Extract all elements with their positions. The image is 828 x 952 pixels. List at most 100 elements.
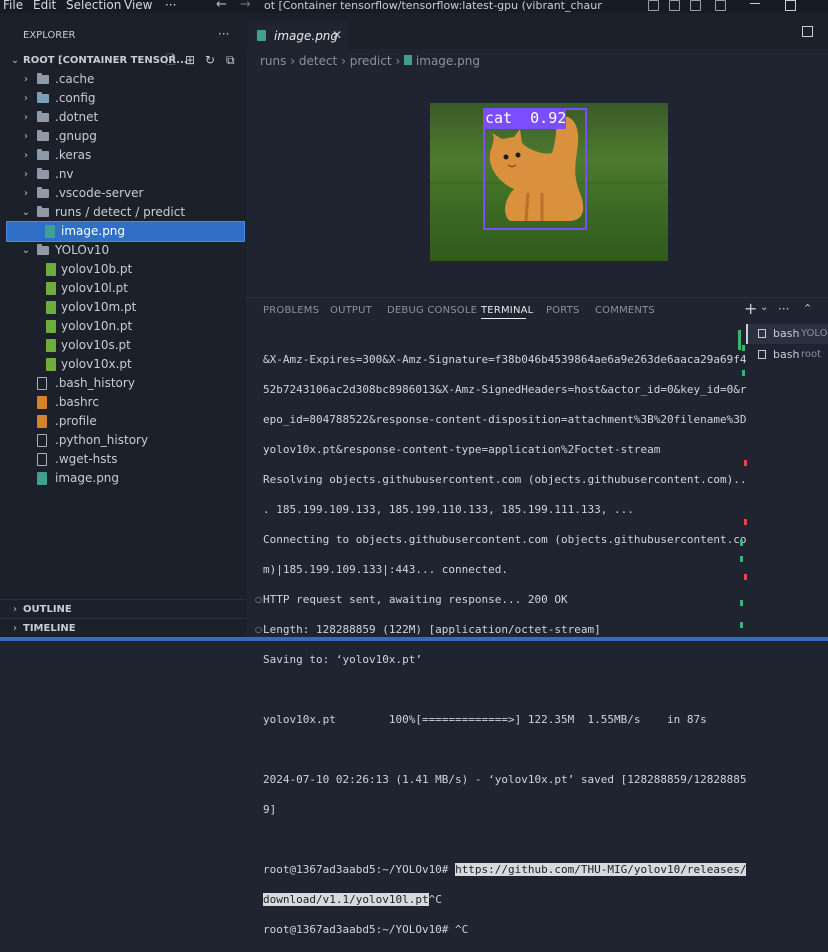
tree-item-image-selected[interactable]: image.png xyxy=(6,221,245,242)
terminal-item-2[interactable]: bash root xyxy=(746,345,828,365)
tree-item-yolov10x[interactable]: yolov10x.pt xyxy=(0,355,246,374)
tab-debug-console[interactable]: DEBUG CONSOLE xyxy=(387,305,477,316)
window-title[interactable]: ot [Container tensorflow/tensorflow:late… xyxy=(264,0,602,12)
terminal-line: yolov10x.pt 100%[=============>] 122.35M… xyxy=(263,713,707,726)
tab-output[interactable]: OUTPUT xyxy=(330,305,372,316)
tab-problems[interactable]: PROBLEMS xyxy=(263,305,319,316)
folder-icon xyxy=(37,149,49,160)
scroll-marker xyxy=(740,540,743,546)
menu-selection[interactable]: Selection xyxy=(66,0,121,12)
more-actions-icon[interactable]: ··· xyxy=(778,302,789,316)
terminal-line: Resolving objects.githubusercontent.com … xyxy=(263,473,747,486)
tree-item-label: image.png xyxy=(61,224,126,238)
tree-item-yolov10s[interactable]: yolov10s.pt xyxy=(0,336,246,355)
tab-ports[interactable]: PORTS xyxy=(546,305,580,316)
command-decoration-icon: ○ xyxy=(255,625,262,634)
tree-item-label: .vscode-server xyxy=(55,186,144,200)
tree-item-bash-history[interactable]: .bash_history xyxy=(0,374,246,393)
command-decoration-icon: ○ xyxy=(255,595,262,604)
folder-icon xyxy=(37,73,49,84)
selected-url-part1: https://github.com/THU-MIG/yolov10/relea… xyxy=(455,863,747,876)
menu-file[interactable]: File xyxy=(3,0,23,12)
forward-arrow-icon[interactable]: → xyxy=(240,0,251,12)
breadcrumb-predict[interactable]: predict xyxy=(350,54,392,68)
timeline-section[interactable]: › TIMELINE xyxy=(0,618,246,638)
chevron-down-icon[interactable]: ⌄ xyxy=(760,302,768,313)
pt-file-icon xyxy=(46,358,56,371)
terminal-line: yolov10x.pt&response-content-type=applic… xyxy=(263,443,661,456)
tree-item-yolov10[interactable]: ⌄ YOLOv10 xyxy=(0,241,246,260)
back-arrow-icon[interactable]: ← xyxy=(216,0,227,12)
tab-comments[interactable]: COMMENTS xyxy=(595,305,655,316)
tree-item-label: yolov10l.pt xyxy=(61,281,128,295)
maximize-icon[interactable] xyxy=(785,0,796,11)
tree-item-profile[interactable]: .profile xyxy=(0,412,246,431)
breadcrumb-detect[interactable]: detect xyxy=(299,54,337,68)
tree-item-yolov10b[interactable]: yolov10b.pt xyxy=(0,260,246,279)
breadcrumb-separator: › xyxy=(341,54,350,68)
tree-item-yolov10m[interactable]: yolov10m.pt xyxy=(0,298,246,317)
scroll-marker xyxy=(744,574,747,580)
tree-item-yolov10n[interactable]: yolov10n.pt xyxy=(0,317,246,336)
tree-item-runs[interactable]: ⌄ runs / detect / predict xyxy=(0,203,246,222)
tree-item-nv[interactable]: › .nv xyxy=(0,165,246,184)
toggle-panel-icon[interactable] xyxy=(669,0,680,11)
image-file-icon xyxy=(45,225,55,238)
terminal-icon xyxy=(758,329,766,338)
root-label: ROOT [CONTAINER TENSOR... xyxy=(23,55,188,66)
new-folder-icon[interactable]: ⊞ xyxy=(185,51,195,70)
scroll-marker xyxy=(744,460,747,466)
terminal-icon xyxy=(758,350,766,359)
chevron-right-icon: › xyxy=(24,131,28,142)
menu-edit[interactable]: Edit xyxy=(33,0,56,12)
explorer-more-icon[interactable]: ··· xyxy=(218,27,229,41)
menu-more[interactable]: ··· xyxy=(165,0,176,12)
collapse-all-icon[interactable]: ⧉ xyxy=(226,51,235,70)
chevron-right-icon: › xyxy=(24,150,28,161)
tree-item-yolov10l[interactable]: yolov10l.pt xyxy=(0,279,246,298)
terminal-output[interactable]: &X-Amz-Expires=300&X-Amz-Signature=f38b0… xyxy=(263,337,747,952)
selected-url-part2: download/v1.1/yolov10l.pt xyxy=(263,893,429,906)
tree-item-image-root[interactable]: image.png xyxy=(0,469,246,488)
terminal-line: root@1367ad3aabd5:~/YOLOv10# https://git… xyxy=(263,862,747,877)
tree-item-dotnet[interactable]: › .dotnet xyxy=(0,108,246,127)
maximize-panel-icon[interactable]: ⌃ xyxy=(803,302,812,315)
minimize-icon[interactable] xyxy=(750,3,760,4)
pt-file-icon xyxy=(46,301,56,314)
tree-item-config[interactable]: › .config xyxy=(0,89,246,108)
refresh-icon[interactable]: ↻ xyxy=(205,51,215,70)
close-icon[interactable]: ✕ xyxy=(332,28,342,42)
explorer-root[interactable]: ⌄ ROOT [CONTAINER TENSOR... 🗋 ⊞ ↻ ⧉ xyxy=(0,51,246,70)
tree-item-vscode-server[interactable]: › .vscode-server xyxy=(0,184,246,203)
customize-layout-icon[interactable] xyxy=(715,0,726,11)
toggle-secondary-sidebar-icon[interactable] xyxy=(690,0,701,11)
outline-section[interactable]: › OUTLINE xyxy=(0,599,246,619)
terminal-item-1[interactable]: bash YOLOv xyxy=(746,324,828,344)
breadcrumb-image[interactable]: image.png xyxy=(416,54,480,68)
tree-item-gnupg[interactable]: › .gnupg xyxy=(0,127,246,146)
chevron-right-icon: › xyxy=(24,188,28,199)
terminal-line: &X-Amz-Expires=300&X-Amz-Signature=f38b0… xyxy=(263,353,747,366)
tree-item-label: .bashrc xyxy=(55,395,99,409)
tree-item-label: .python_history xyxy=(55,433,149,447)
tab-terminal[interactable]: TERMINAL xyxy=(481,305,533,316)
shell-file-icon xyxy=(37,396,47,409)
tree-item-wget-hsts[interactable]: .wget-hsts xyxy=(0,450,246,469)
tree-item-python-history[interactable]: .python_history xyxy=(0,431,246,450)
image-file-icon xyxy=(257,30,266,41)
new-file-icon[interactable]: 🗋 xyxy=(166,51,176,70)
chevron-right-icon: › xyxy=(24,169,28,180)
new-terminal-icon[interactable]: + xyxy=(744,299,757,318)
tab-label: image.png xyxy=(274,29,339,43)
breadcrumb-runs[interactable]: runs xyxy=(260,54,286,68)
tab-image-png[interactable]: image.png ✕ xyxy=(248,22,348,50)
tree-item-bashrc[interactable]: .bashrc xyxy=(0,393,246,412)
scroll-marker xyxy=(740,556,743,562)
menu-view[interactable]: View xyxy=(124,0,152,12)
tree-item-cache[interactable]: › .cache xyxy=(0,70,246,89)
toggle-sidebar-icon[interactable] xyxy=(648,0,659,11)
tree-item-keras[interactable]: › .keras xyxy=(0,146,246,165)
split-editor-icon[interactable] xyxy=(802,26,813,37)
